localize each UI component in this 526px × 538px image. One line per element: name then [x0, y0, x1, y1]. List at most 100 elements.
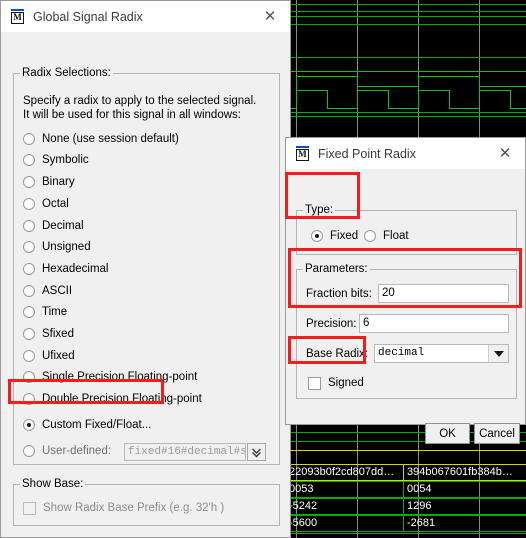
- radio-icon: [23, 306, 35, 318]
- base-radix-combobox[interactable]: decimal: [374, 344, 509, 363]
- radix-option-label: Octal: [42, 198, 69, 210]
- waveform-signal-edge: [479, 76, 480, 86]
- waveform-signal-line: [357, 86, 418, 87]
- radio-icon-selected: [311, 230, 323, 242]
- waveform-pulse: [418, 90, 449, 91]
- radix-option-time[interactable]: Time: [23, 304, 67, 320]
- show-radix-base-prefix-label: Show Radix Base Prefix (e.g. 32'h ): [43, 502, 225, 514]
- fixed-point-radix-dialog: M Fixed Point Radix ✕ Type: Fixed Float …: [285, 137, 526, 444]
- close-icon[interactable]: ✕: [485, 138, 525, 169]
- radix-option-label: Decimal: [42, 220, 84, 232]
- waveform-signal-line: [296, 76, 357, 77]
- radio-icon: [23, 198, 35, 210]
- radix-option-hexadecimal[interactable]: Hexadecimal: [23, 261, 108, 277]
- radix-option-symbolic[interactable]: Symbolic: [23, 152, 89, 168]
- user-defined-input[interactable]: fixed#16#decimal#sig: [124, 443, 246, 461]
- radio-icon: [23, 350, 35, 362]
- waveform-value-cell: -5600: [285, 516, 403, 531]
- waveform-value-row[interactable]: -5600 -2681: [285, 515, 526, 532]
- radio-icon: [23, 371, 35, 383]
- waveform-signal-line: [285, 116, 526, 117]
- radix-option-unsigned[interactable]: Unsigned: [23, 239, 91, 255]
- radix-option-decimal[interactable]: Decimal: [23, 218, 84, 234]
- waveform-pulse-edge: [479, 90, 480, 108]
- waveform-pulse-edge: [388, 90, 389, 108]
- radio-icon: [23, 328, 35, 340]
- fixed-dialog-titlebar[interactable]: M Fixed Point Radix ✕: [286, 138, 525, 169]
- waveform-signal-line: [285, 11, 526, 12]
- radix-option-ufixed[interactable]: Ufixed: [23, 348, 75, 364]
- radix-option-sfixed[interactable]: Sfixed: [23, 326, 74, 342]
- waveform-signal-line: [285, 112, 526, 113]
- radix-option-custom-fixed-float[interactable]: Custom Fixed/Float...: [23, 417, 151, 433]
- radio-icon: [23, 241, 35, 253]
- radix-option-label: Unsigned: [42, 241, 91, 253]
- checkbox-icon: [23, 501, 36, 515]
- parameters-group-title: Parameters:: [303, 263, 370, 275]
- radix-option-user-defined[interactable]: User-defined:: [23, 443, 111, 459]
- signed-checkbox[interactable]: Signed: [308, 375, 364, 391]
- radio-icon: [23, 393, 35, 405]
- waveform-value-cell: -5242: [285, 499, 403, 514]
- instructions-line-2: It will be used for this signal in all w…: [23, 109, 241, 121]
- radix-option-single-precision[interactable]: Single Precision Floating-point: [23, 369, 197, 385]
- radio-icon: [23, 133, 35, 145]
- show-base-group-title: Show Base:: [20, 478, 86, 490]
- global-dialog-title: Global Signal Radix: [33, 9, 143, 24]
- modelsim-m-icon: M: [10, 9, 25, 24]
- chevron-double-down-icon[interactable]: [247, 443, 266, 461]
- waveform-pulse: [357, 90, 388, 91]
- ok-button[interactable]: OK: [425, 423, 470, 444]
- waveform-pulse: [510, 108, 526, 109]
- waveform-pulse-edge: [510, 90, 511, 108]
- radix-option-octal[interactable]: Octal: [23, 196, 69, 212]
- radio-icon: [23, 154, 35, 166]
- fraction-bits-input[interactable]: 20: [378, 284, 509, 303]
- radix-option-ascii[interactable]: ASCII: [23, 283, 72, 299]
- radio-icon: [23, 220, 35, 232]
- radix-option-label: Ufixed: [42, 350, 75, 362]
- waveform-pulse-edge: [357, 90, 358, 108]
- waveform-pulse-edge: [327, 90, 328, 108]
- waveform-signal-edge: [357, 76, 358, 86]
- waveform-value-row[interactable]: -5242 1296: [285, 498, 526, 515]
- modelsim-m-icon: M: [295, 146, 310, 161]
- radix-option-binary[interactable]: Binary: [23, 174, 75, 190]
- radix-option-label: Custom Fixed/Float...: [42, 419, 152, 431]
- waveform-value-cell: 394b067601fb384b…: [403, 465, 526, 480]
- waveform-signal-line: [418, 76, 479, 77]
- cancel-button[interactable]: Cancel: [474, 423, 520, 444]
- radix-option-label: Symbolic: [42, 154, 89, 166]
- show-radix-base-prefix-checkbox[interactable]: Show Radix Base Prefix (e.g. 32'h ): [23, 500, 224, 516]
- precision-label: Precision:: [306, 318, 357, 330]
- user-defined-label: User-defined:: [42, 445, 112, 457]
- waveform-value-row[interactable]: 0053 0054: [285, 481, 526, 498]
- type-option-float[interactable]: Float: [364, 228, 409, 244]
- waveform-value-cell: -2681: [403, 516, 526, 531]
- waveform-signal-line: [285, 4, 526, 5]
- waveform-pulse: [296, 90, 327, 91]
- waveform-cursor-line: [285, 450, 526, 451]
- waveform-signal-line: [285, 24, 526, 25]
- type-group-title: Type:: [303, 204, 336, 216]
- radio-icon: [23, 445, 35, 457]
- global-dialog-titlebar[interactable]: M Global Signal Radix ✕: [1, 1, 290, 32]
- waveform-value-cell: 22093b0f2cd807dd…: [285, 465, 403, 480]
- chevron-down-icon[interactable]: [488, 345, 508, 362]
- waveform-value-cell: 1296: [403, 499, 526, 514]
- radix-option-label: Sfixed: [42, 328, 74, 340]
- radix-option-none[interactable]: None (use session default): [23, 131, 179, 147]
- checkbox-icon: [308, 376, 321, 390]
- type-option-fixed[interactable]: Fixed: [311, 228, 358, 244]
- waveform-signal-line: [479, 86, 526, 87]
- screen: 22093b0f2cd807dd… 394b067601fb384b… 0053…: [0, 0, 526, 538]
- radix-option-double-precision[interactable]: Double Precision Floating-point: [23, 391, 202, 407]
- waveform-value-row[interactable]: 22093b0f2cd807dd… 394b067601fb384b…: [285, 464, 526, 481]
- signed-label: Signed: [328, 377, 364, 389]
- waveform-pulse: [388, 108, 418, 109]
- radix-option-label: None (use session default): [42, 133, 179, 145]
- close-icon[interactable]: ✕: [250, 1, 290, 32]
- precision-input[interactable]: 6: [359, 314, 509, 333]
- radio-icon: [23, 176, 35, 188]
- radio-icon-selected: [23, 419, 35, 431]
